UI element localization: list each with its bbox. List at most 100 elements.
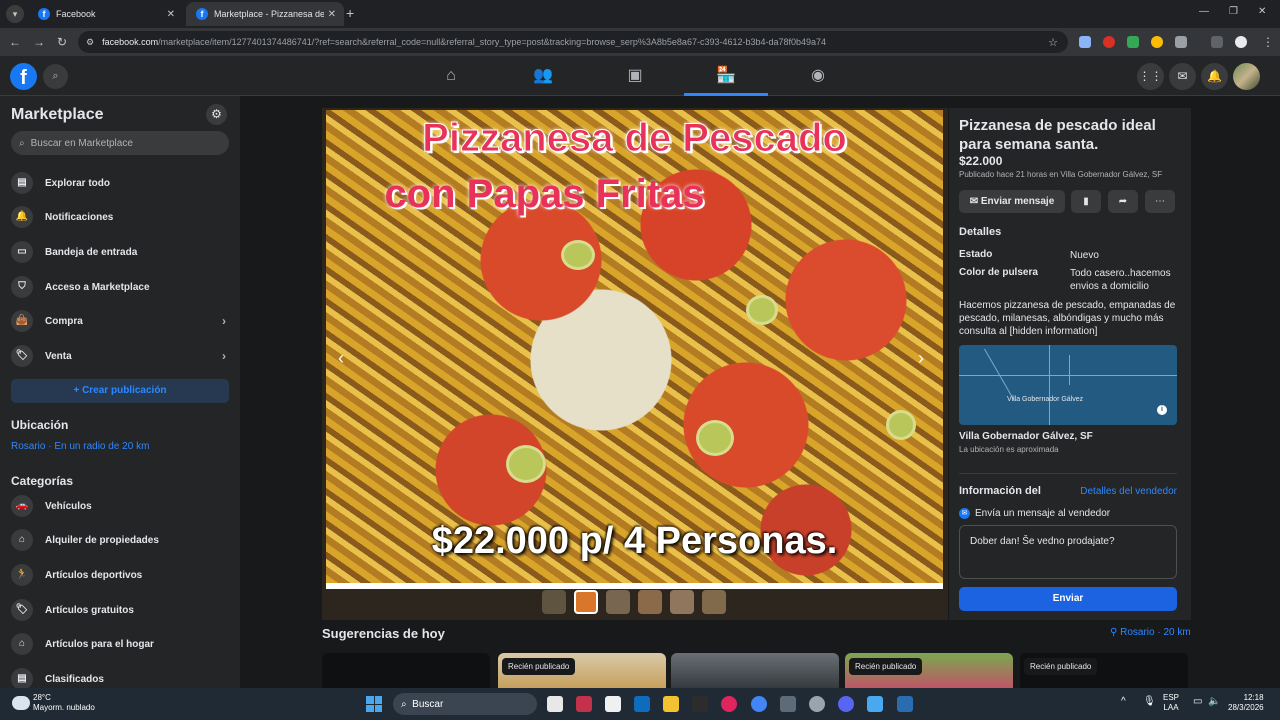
create-listing-button[interactable]: + Crear publicación <box>11 379 229 403</box>
gear-icon[interactable]: ⚙ <box>206 104 227 125</box>
marketplace-search[interactable]: ⌕ <box>11 131 229 155</box>
info-icon[interactable]: i <box>1157 405 1167 415</box>
message-seller-textarea[interactable]: Dober dan! Še vedno prodajate? <box>959 525 1177 579</box>
discord-icon[interactable] <box>838 696 854 712</box>
groups-icon[interactable]: ◉ <box>776 56 860 96</box>
seller-details-link[interactable]: Detalles del vendedor <box>1080 486 1177 497</box>
media-player-icon[interactable] <box>721 696 737 712</box>
forward-icon[interactable]: → <box>33 35 45 49</box>
photo-thumbnail[interactable] <box>638 590 662 614</box>
clock-date: 28/3/2026 <box>1228 703 1264 712</box>
new-tab-icon[interactable]: + <box>346 5 354 21</box>
category-home-goods[interactable]: ⌂ Artículos para el hogar <box>8 629 232 659</box>
weather-desc: Mayorm. nublado <box>33 703 95 712</box>
extension-icon[interactable] <box>1079 36 1091 48</box>
chrome-menu-icon[interactable]: ⋮ <box>1262 35 1274 49</box>
app-icon[interactable] <box>897 696 913 712</box>
sidebar-item-notifications[interactable]: 🔔 Notificaciones <box>8 202 232 232</box>
address-bar[interactable]: ⚙ facebook.com /marketplace/item/1277401… <box>78 31 1068 53</box>
suggestion-card[interactable]: Recién publicado <box>845 653 1013 693</box>
suggestions-location[interactable]: ⚲ Rosario · 20 km <box>1110 627 1191 638</box>
language-indicator[interactable]: ESP LAA <box>1163 693 1179 713</box>
microphone-icon[interactable]: 🎙 <box>1143 697 1156 707</box>
category-sports[interactable]: 🏃 Artículos deportivos <box>8 560 232 590</box>
watch-icon[interactable]: ▣ <box>593 56 677 96</box>
category-free[interactable]: 🏷 Artículos gratuitos <box>8 595 232 625</box>
marketplace-search-input[interactable] <box>30 137 211 149</box>
listing-photo[interactable]: Pizzanesa de Pescado con Papas Fritas $2… <box>326 110 943 583</box>
suggestion-card[interactable] <box>322 653 490 693</box>
chrome-icon[interactable] <box>751 696 767 712</box>
share-icon[interactable]: ➦ <box>1108 190 1138 213</box>
tray-chevron-icon[interactable]: ^ <box>1121 697 1126 707</box>
weather-cloud-icon[interactable] <box>12 696 30 710</box>
location-link[interactable]: Rosario · En un radio de 20 km <box>11 441 149 452</box>
chevron-right-icon[interactable]: › <box>918 348 924 369</box>
close-window-icon[interactable]: ✕ <box>1258 6 1266 17</box>
location-map[interactable]: Villa Gobernador Gálvez i <box>959 345 1177 425</box>
category-classifieds[interactable]: ▤ Clasificados <box>8 664 232 688</box>
task-view-icon[interactable] <box>547 696 563 712</box>
sidebar-item-access[interactable]: ⛉ Acceso a Marketplace <box>8 272 232 302</box>
send-button[interactable]: Enviar <box>959 587 1177 611</box>
site-info-icon[interactable]: ⚙ <box>86 37 94 48</box>
restore-icon[interactable]: ❐ <box>1229 6 1238 17</box>
file-explorer-icon[interactable] <box>663 696 679 712</box>
sidebar-item-buying[interactable]: 👜 Compra › <box>8 306 232 336</box>
sidebar-item-inbox[interactable]: ▭ Bandeja de entrada <box>8 237 232 267</box>
photo-thumbnail[interactable] <box>702 590 726 614</box>
app-icon[interactable] <box>809 696 825 712</box>
browser-tab-facebook[interactable]: f Facebook ✕ <box>28 2 183 26</box>
bookmark-star-icon[interactable]: ☆ <box>1048 36 1058 49</box>
extension-icon[interactable] <box>1151 36 1163 48</box>
category-property-rentals[interactable]: ⌂ Alquiler de propiedades <box>8 525 232 555</box>
app-icon[interactable] <box>867 696 883 712</box>
reading-list-icon[interactable] <box>1211 36 1223 48</box>
marketplace-icon[interactable]: 🏪 <box>684 56 768 96</box>
send-message-button[interactable]: ✉ Enviar mensaje <box>959 190 1065 213</box>
category-vehicles[interactable]: 🚗 Vehículos <box>8 491 232 521</box>
photo-thumbnail[interactable] <box>574 590 598 614</box>
minimize-icon[interactable]: — <box>1199 6 1209 17</box>
app-icon[interactable] <box>692 696 708 712</box>
outlook-icon[interactable] <box>634 696 650 712</box>
photo-thumbnail[interactable] <box>606 590 630 614</box>
close-tab-icon[interactable]: ✕ <box>328 9 336 20</box>
photo-thumbnail[interactable] <box>542 590 566 614</box>
extension-icon[interactable] <box>1103 36 1115 48</box>
volume-icon[interactable]: 🔈 <box>1208 697 1220 707</box>
weather-widget[interactable]: 28°C Mayorm. nublado <box>33 693 95 713</box>
app-icon[interactable] <box>576 696 592 712</box>
search-icon[interactable]: ⌕ <box>43 64 68 89</box>
back-icon[interactable]: ← <box>9 35 21 49</box>
reload-icon[interactable]: ↻ <box>57 35 67 49</box>
chevron-left-icon[interactable]: ‹ <box>338 348 344 369</box>
facebook-logo[interactable]: f <box>10 63 37 90</box>
browser-tab-marketplace[interactable]: f Marketplace - Pizzanesa de pesc ✕ <box>186 2 344 26</box>
account-avatar[interactable] <box>1233 63 1260 90</box>
extension-icon[interactable] <box>1127 36 1139 48</box>
sidebar-item-browse[interactable]: ▤ Explorar todo <box>8 168 232 198</box>
suggestion-card[interactable]: Recién publicado <box>1020 653 1188 693</box>
taskbar-search[interactable]: ⌕ Buscar <box>393 693 537 715</box>
save-bookmark-icon[interactable]: ▮ <box>1071 190 1101 213</box>
app-icon[interactable] <box>780 696 796 712</box>
profile-icon[interactable] <box>1235 36 1247 48</box>
store-icon[interactable] <box>605 696 621 712</box>
tab-search-icon[interactable]: ▾ <box>6 5 24 23</box>
sidebar-item-selling[interactable]: 🏷 Venta › <box>8 341 232 371</box>
photo-thumbnail[interactable] <box>670 590 694 614</box>
extensions-puzzle-icon[interactable] <box>1175 36 1187 48</box>
clock[interactable]: 12:18 28/3/2026 <box>1228 693 1264 713</box>
suggestion-card[interactable] <box>671 653 839 693</box>
close-tab-icon[interactable]: ✕ <box>167 9 175 20</box>
messenger-icon[interactable]: ✉ <box>1169 63 1196 90</box>
notifications-icon[interactable]: 🔔 <box>1201 63 1228 90</box>
network-icon[interactable]: ▭ <box>1193 697 1202 707</box>
friends-icon[interactable]: 👥 <box>501 56 585 96</box>
windows-start-icon[interactable] <box>366 696 382 712</box>
home-icon[interactable]: ⌂ <box>409 56 493 96</box>
more-options-icon[interactable]: ⋯ <box>1145 190 1175 213</box>
suggestion-card[interactable]: Recién publicado <box>498 653 666 693</box>
menu-grid-icon[interactable]: ⋮⋮ <box>1137 63 1164 90</box>
